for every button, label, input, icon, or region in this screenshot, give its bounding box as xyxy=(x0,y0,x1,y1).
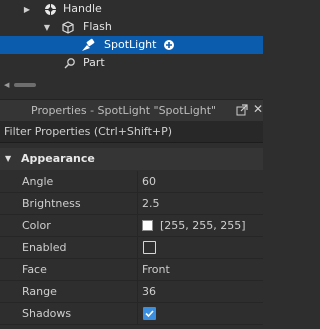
property-name: Face xyxy=(22,263,47,276)
tree-item-part[interactable]: Part xyxy=(0,54,263,72)
section-appearance[interactable]: ▼ Appearance xyxy=(0,148,263,170)
properties-title: Properties - SpotLight "SpotLight" xyxy=(31,104,217,117)
property-name: Color xyxy=(22,219,51,232)
property-row-angle[interactable]: Angle 60 xyxy=(0,171,263,193)
tree-item-flash[interactable]: ▼ Flash xyxy=(0,18,263,36)
property-name: Enabled xyxy=(22,241,67,254)
property-row-shadows[interactable]: Shadows xyxy=(0,303,263,325)
properties-title-bar: Properties - SpotLight "SpotLight" ✕ xyxy=(0,99,263,121)
globe-icon xyxy=(42,0,58,18)
add-object-plus-icon[interactable] xyxy=(163,39,175,51)
tree-item-label: Flash xyxy=(83,20,112,33)
column-divider xyxy=(137,215,138,237)
property-value[interactable]: 36 xyxy=(142,285,156,298)
property-name: Brightness xyxy=(22,197,81,210)
property-row-range[interactable]: Range 36 xyxy=(0,281,263,303)
section-title: Appearance xyxy=(21,152,95,165)
property-value[interactable]: Front xyxy=(142,263,170,276)
scrollbar-thumb[interactable] xyxy=(14,83,36,87)
shadows-checkbox[interactable] xyxy=(143,307,156,320)
property-row-brightness[interactable]: Brightness 2.5 xyxy=(0,193,263,215)
column-divider xyxy=(137,193,138,215)
scroll-left-arrow-icon[interactable]: ◀ xyxy=(4,81,9,89)
tree-item-spotlight[interactable]: SpotLight xyxy=(0,36,263,54)
enabled-checkbox[interactable] xyxy=(143,241,156,254)
collapse-arrow-icon[interactable]: ▼ xyxy=(42,18,52,36)
popout-icon[interactable] xyxy=(236,104,248,116)
tree-item-label: SpotLight xyxy=(104,38,157,51)
pin-icon xyxy=(62,54,78,72)
property-value[interactable]: [255, 255, 255] xyxy=(160,219,246,232)
color-swatch[interactable] xyxy=(142,220,153,231)
filter-placeholder: Filter Properties (Ctrl+Shift+P) xyxy=(4,125,173,138)
collapse-arrow-icon[interactable]: ▼ xyxy=(5,154,11,163)
explorer-tree: ▶ Handle ▼ Flash SpotLight Part ◀ xyxy=(0,0,263,91)
checkmark-icon xyxy=(145,310,154,318)
property-name: Range xyxy=(22,285,57,298)
tree-item-label: Part xyxy=(83,56,105,69)
tree-item-label: Handle xyxy=(63,2,102,15)
column-divider xyxy=(137,281,138,303)
spotlight-icon xyxy=(80,36,96,54)
column-divider xyxy=(137,259,138,281)
column-divider xyxy=(137,171,138,193)
property-row-color[interactable]: Color [255, 255, 255] xyxy=(0,215,263,237)
filter-properties-input[interactable]: Filter Properties (Ctrl+Shift+P) xyxy=(0,121,263,143)
horizontal-scrollbar[interactable]: ◀ xyxy=(0,80,263,90)
column-divider xyxy=(137,237,138,259)
tree-item-handle[interactable]: ▶ Handle xyxy=(0,0,263,18)
cube-icon xyxy=(60,18,76,36)
property-name: Angle xyxy=(22,175,54,188)
studio-panels: ▶ Handle ▼ Flash SpotLight Part ◀ Proper… xyxy=(0,0,263,329)
column-divider xyxy=(137,303,138,325)
expand-arrow-icon[interactable]: ▶ xyxy=(22,0,32,18)
property-value[interactable]: 60 xyxy=(142,175,156,188)
property-name: Shadows xyxy=(22,307,72,320)
property-value[interactable]: 2.5 xyxy=(142,197,160,210)
close-icon[interactable]: ✕ xyxy=(253,102,263,116)
property-row-enabled[interactable]: Enabled xyxy=(0,237,263,259)
property-row-face[interactable]: Face Front xyxy=(0,259,263,281)
